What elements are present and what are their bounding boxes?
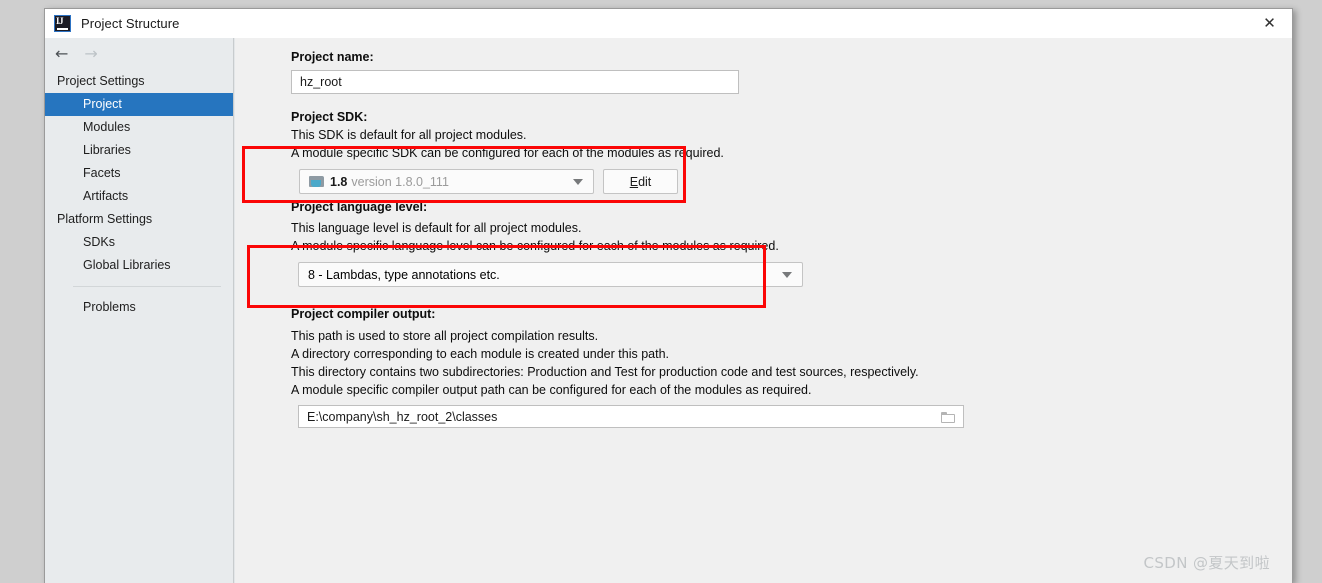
language-level-desc-line-2: A module specific language level can be …: [291, 239, 779, 253]
compiler-output-path-value: E:\company\sh_hz_root_2\classes: [307, 409, 498, 424]
project-name-label: Project name:: [291, 50, 374, 64]
edit-button-label-rest: dit: [638, 174, 652, 189]
language-level-label: Project language level:: [291, 200, 428, 214]
project-name-input[interactable]: hz_root: [291, 70, 739, 94]
settings-sidebar: ← → Project Settings Project Modules Lib…: [45, 38, 234, 583]
compiler-output-desc-line-1: This path is used to store all project c…: [291, 329, 599, 343]
compiler-output-label: Project compiler output:: [291, 307, 436, 321]
sidebar-item-problems[interactable]: Problems: [45, 296, 233, 319]
chevron-down-icon: [782, 271, 792, 278]
sidebar-group-platform-settings: Platform Settings: [57, 212, 153, 226]
jdk-folder-icon: [309, 175, 324, 188]
window-body: ← → Project Settings Project Modules Lib…: [45, 38, 1292, 583]
compiler-output-path-input[interactable]: E:\company\sh_hz_root_2\classes: [298, 405, 964, 428]
sidebar-divider: [73, 286, 221, 287]
compiler-output-desc-line-4: A module specific compiler output path c…: [291, 383, 812, 397]
sidebar-item-global-libraries[interactable]: Global Libraries: [45, 254, 233, 277]
sidebar-group-project-settings: Project Settings: [57, 74, 145, 88]
title-bar: IJ Project Structure ✕: [45, 9, 1292, 38]
sidebar-item-libraries[interactable]: Libraries: [45, 139, 233, 162]
chevron-down-icon: [573, 178, 583, 185]
edit-sdk-button[interactable]: Edit: [603, 169, 678, 194]
project-sdk-desc-line-1: This SDK is default for all project modu…: [291, 128, 527, 142]
window-title: Project Structure: [81, 16, 180, 31]
back-arrow-icon[interactable]: ←: [55, 46, 68, 62]
sidebar-item-artifacts[interactable]: Artifacts: [45, 185, 233, 208]
project-sdk-combo[interactable]: 1.8 version 1.8.0_111: [299, 169, 594, 194]
screen-root: IJ Project Structure ✕ ← → Project Setti…: [0, 0, 1322, 583]
compiler-output-desc-line-2: A directory corresponding to each module…: [291, 347, 669, 361]
folder-icon: [940, 411, 956, 423]
project-sdk-version-short: 1.8: [330, 174, 348, 189]
edit-button-mnemonic: E: [629, 174, 639, 189]
sidebar-item-modules[interactable]: Modules: [45, 116, 233, 139]
language-level-desc-line-1: This language level is default for all p…: [291, 221, 582, 235]
intellij-idea-icon: IJ: [54, 15, 71, 32]
language-level-combo[interactable]: 8 - Lambdas, type annotations etc.: [298, 262, 803, 287]
project-settings-panel: Project name: hz_root Project SDK: This …: [234, 38, 1292, 583]
project-structure-window: IJ Project Structure ✕ ← → Project Setti…: [44, 8, 1293, 583]
csdn-watermark: CSDN @夏天到啦: [1143, 554, 1270, 572]
project-sdk-desc-line-2: A module specific SDK can be configured …: [291, 146, 724, 160]
compiler-output-desc-line-3: This directory contains two subdirectori…: [291, 365, 919, 379]
navigation-arrows: ← →: [45, 38, 233, 70]
close-icon[interactable]: ✕: [1247, 9, 1292, 38]
project-sdk-version-full: version 1.8.0_111: [351, 174, 449, 189]
sidebar-item-sdks[interactable]: SDKs: [45, 231, 233, 254]
language-level-value: 8 - Lambdas, type annotations etc.: [308, 267, 500, 282]
forward-arrow-icon[interactable]: →: [84, 46, 97, 62]
sidebar-item-project[interactable]: Project: [45, 93, 233, 116]
browse-folder-button[interactable]: [934, 407, 962, 427]
sidebar-item-facets[interactable]: Facets: [45, 162, 233, 185]
project-sdk-label: Project SDK:: [291, 110, 368, 124]
